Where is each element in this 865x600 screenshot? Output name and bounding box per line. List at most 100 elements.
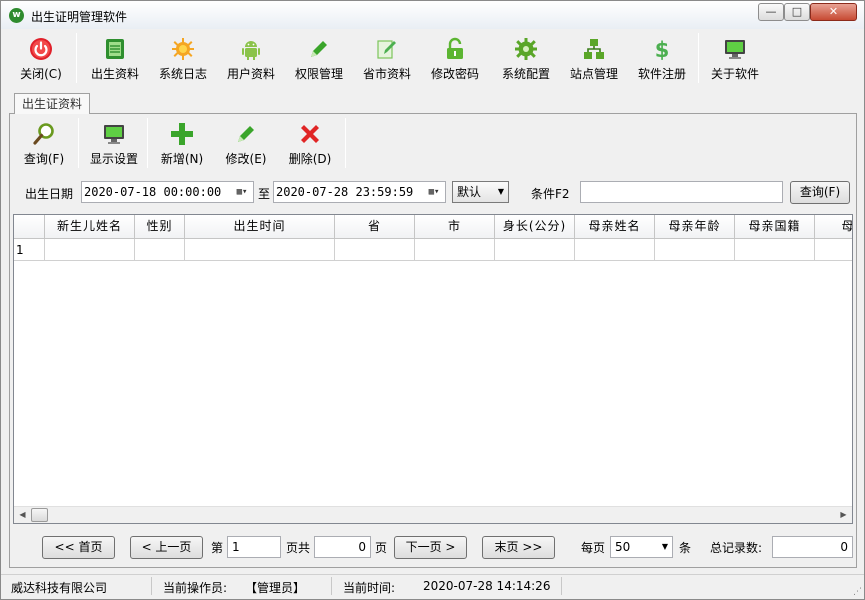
mode-select[interactable]: 默认 ▼ [452, 181, 509, 203]
scroll-right-icon[interactable]: ▶ [835, 507, 852, 523]
to-label: 至 [258, 187, 271, 201]
per-page-select[interactable]: 50 ▼ [610, 536, 673, 558]
table-cell[interactable] [415, 239, 495, 261]
search-icon [33, 123, 54, 145]
toolbar-register-button[interactable]: $ 软件注册 [629, 31, 695, 87]
plus-icon [171, 123, 193, 145]
scroll-left-icon[interactable]: ◀ [14, 507, 31, 523]
toolbar-birth-data-button[interactable]: 出生资料 [83, 31, 147, 87]
edit-doc-icon [377, 40, 396, 59]
column-header[interactable]: 省 [335, 215, 415, 239]
column-header[interactable]: 母亲 [815, 215, 852, 239]
resize-grip-icon[interactable]: ⋰ [853, 587, 862, 597]
birth-date-label: 出生日期 [25, 187, 74, 201]
app-logo-icon: w [9, 8, 24, 23]
toolbar-separator [78, 118, 79, 168]
toolbar-site-button[interactable]: 站点管理 [561, 31, 627, 87]
close-window-button[interactable]: ✕ [810, 3, 857, 21]
calendar-dropdown-icon[interactable]: ▦▾ [233, 184, 251, 200]
table-cell[interactable] [45, 239, 135, 261]
edit-record-button[interactable]: 修改(E) [215, 116, 277, 172]
tab-birth-certificate[interactable]: 出生证资料 [14, 93, 90, 114]
app-window: w 出生证明管理软件 — □ ✕ 关闭(C) 出生资料 系统日志 用户资料 权限… [0, 0, 865, 600]
status-divider [151, 577, 152, 595]
first-page-button[interactable]: << 首页 [42, 536, 115, 559]
dollar-icon: $ [655, 38, 670, 61]
column-header[interactable]: 市 [415, 215, 495, 239]
total-records-label: 总记录数: [710, 541, 763, 555]
last-page-button[interactable]: 末页 >> [482, 536, 555, 559]
toolbar-city-data-button[interactable]: 省市资料 [355, 31, 419, 87]
toolbar-site-label: 站点管理 [569, 67, 618, 81]
table-cell[interactable] [655, 239, 735, 261]
query-button[interactable]: 查询(F) [790, 181, 850, 204]
horizontal-scrollbar[interactable]: ◀ ▶ [14, 506, 852, 523]
display-settings-button[interactable]: 显示设置 [83, 116, 145, 172]
table-row[interactable]: 1 [14, 239, 852, 261]
chevron-down-icon: ▼ [497, 187, 504, 196]
date-from-value: 2020-07-18 00:00:00 [84, 185, 222, 199]
table-cell[interactable] [735, 239, 815, 261]
total-records-field: 0 [772, 536, 853, 558]
row-number-cell: 1 [14, 239, 45, 261]
condition-input[interactable] [580, 181, 783, 203]
minimize-button[interactable]: — [758, 3, 784, 21]
page-label: 第 [211, 541, 224, 555]
sun-gear-icon [172, 38, 194, 60]
toolbar-close-label: 关闭(C) [20, 67, 62, 81]
scrollbar-thumb[interactable] [31, 508, 48, 522]
lock-icon [447, 37, 463, 59]
condition-label: 条件F2 [531, 187, 570, 201]
time-value: 2020-07-28 14:14:26 [423, 579, 551, 593]
column-header[interactable]: 性别 [135, 215, 185, 239]
column-header[interactable]: 新生儿姓名 [45, 215, 135, 239]
column-header[interactable]: 母亲年龄 [655, 215, 735, 239]
column-header[interactable]: 母亲国籍 [735, 215, 815, 239]
query-tool-label: 查询(F) [23, 152, 65, 166]
operator-label: 当前操作员: [163, 581, 228, 595]
power-icon [30, 38, 52, 60]
toolbar-user-button[interactable]: 用户资料 [219, 31, 283, 87]
toolbar-password-label: 修改密码 [430, 67, 479, 81]
query-tool-button[interactable]: 查询(F) [13, 116, 75, 172]
grid-header: 新生儿姓名 性别 出生时间 省 市 身长(公分) 母亲姓名 母亲年龄 母亲国籍 … [14, 215, 852, 239]
chevron-down-icon: ▼ [661, 542, 668, 551]
table-cell[interactable] [135, 239, 185, 261]
pencil-icon [238, 126, 254, 142]
next-page-button[interactable]: 下一页 > [394, 536, 467, 559]
toolbar-syslog-button[interactable]: 系统日志 [151, 31, 215, 87]
table-cell[interactable] [495, 239, 575, 261]
page-number-input[interactable]: 1 [227, 536, 281, 558]
table-cell[interactable] [575, 239, 655, 261]
toolbar-config-label: 系统配置 [501, 67, 550, 81]
date-from-input[interactable]: 2020-07-18 00:00:00 ▦▾ [81, 181, 254, 203]
window-title: 出生证明管理软件 [31, 10, 128, 24]
toolbar-about-button[interactable]: 关于软件 [703, 31, 767, 87]
page-unit-label: 页 [375, 541, 388, 555]
column-header[interactable]: 出生时间 [185, 215, 335, 239]
maximize-button[interactable]: □ [784, 3, 810, 21]
per-page-value: 50 [615, 540, 631, 554]
calendar-dropdown-icon[interactable]: ▦▾ [425, 184, 443, 200]
main-toolbar: 关闭(C) 出生资料 系统日志 用户资料 权限管理 省市资料 修改密码 系统配置… [9, 31, 857, 87]
column-header[interactable]: 身长(公分) [495, 215, 575, 239]
date-to-input[interactable]: 2020-07-28 23:59:59 ▦▾ [273, 181, 446, 203]
ledger-icon [106, 39, 124, 59]
prev-page-button[interactable]: < 上一页 [130, 536, 203, 559]
android-user-icon [242, 41, 260, 60]
company-name: 威达科技有限公司 [11, 581, 108, 595]
row-number-header [14, 215, 45, 239]
table-cell[interactable] [185, 239, 335, 261]
data-grid[interactable]: 新生儿姓名 性别 出生时间 省 市 身长(公分) 母亲姓名 母亲年龄 母亲国籍 … [13, 214, 853, 524]
delete-record-button[interactable]: 删除(D) [279, 116, 341, 172]
toolbar-password-button[interactable]: 修改密码 [423, 31, 487, 87]
column-header[interactable]: 母亲姓名 [575, 215, 655, 239]
table-cell[interactable] [815, 239, 852, 261]
toolbar-permission-button[interactable]: 权限管理 [287, 31, 351, 87]
toolbar-config-button[interactable]: 系统配置 [493, 31, 559, 87]
add-record-button[interactable]: 新增(N) [151, 116, 213, 172]
toolbar-permission-label: 权限管理 [294, 67, 343, 81]
toolbar-close-button[interactable]: 关闭(C) [13, 31, 69, 87]
table-cell[interactable] [335, 239, 415, 261]
status-divider [331, 577, 332, 595]
